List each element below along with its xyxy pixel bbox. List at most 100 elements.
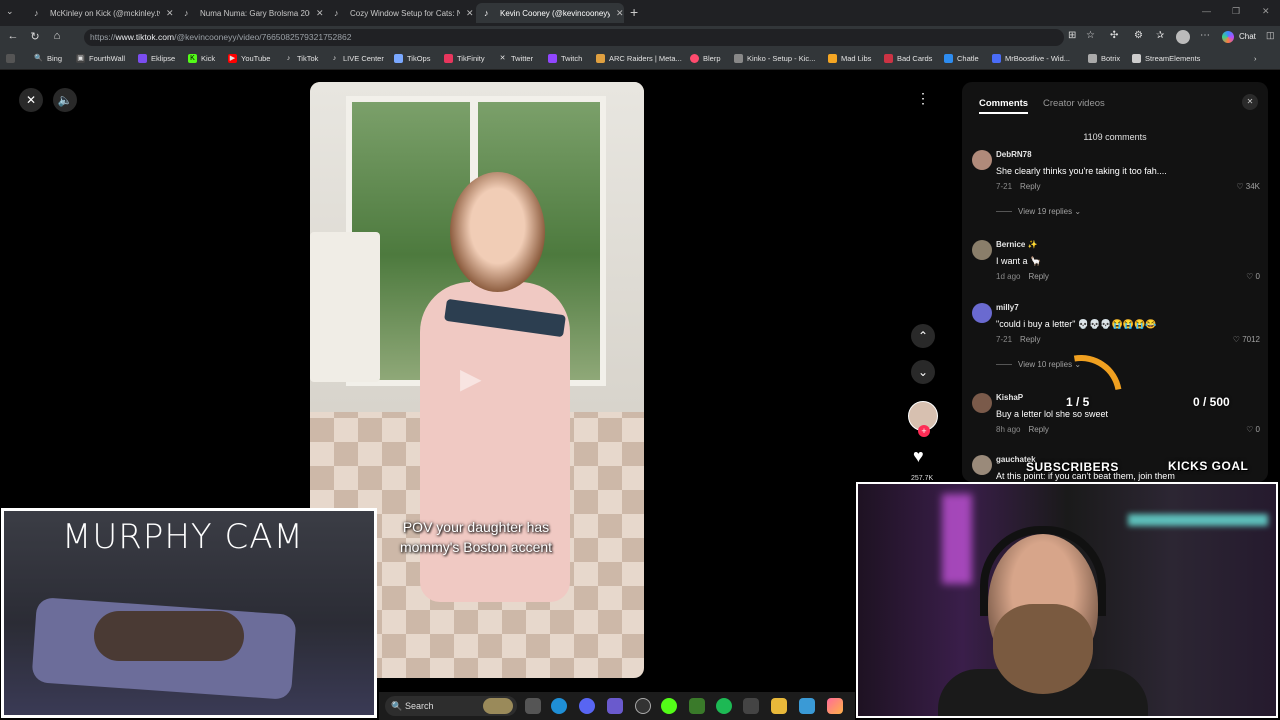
comment-username[interactable]: Bernice ✨: [996, 240, 1038, 249]
discord-icon[interactable]: [579, 698, 595, 714]
bookmark-tikfinity[interactable]: TikFinity: [444, 54, 485, 63]
photos-icon[interactable]: [827, 698, 843, 714]
profile-avatar[interactable]: [1176, 30, 1190, 44]
comment-likes[interactable]: ♡ 0: [1246, 272, 1260, 281]
reply-button[interactable]: Reply: [1028, 272, 1048, 281]
blerp-icon: [690, 54, 699, 63]
browser-tab[interactable]: ♪ Numa Numa: Gary Brolsma 2004 \ ✕: [176, 3, 324, 23]
bookmark-mad-libs[interactable]: Mad Libs: [828, 54, 871, 63]
bookmark-bing[interactable]: 🔍 Bing: [34, 54, 62, 63]
minimize-icon[interactable]: —: [1202, 6, 1211, 16]
steam-icon[interactable]: [743, 698, 759, 714]
edge-icon[interactable]: [551, 698, 567, 714]
avatar[interactable]: [972, 455, 992, 475]
store-icon[interactable]: [607, 698, 623, 714]
x-icon: ✕: [499, 55, 506, 62]
more-menu-icon[interactable]: ⋯: [1200, 30, 1210, 41]
tab-comments[interactable]: Comments: [979, 98, 1029, 114]
close-tab-icon[interactable]: ✕: [316, 8, 324, 19]
bookmark-chatle[interactable]: Chatle: [944, 54, 979, 63]
bookmark-kick[interactable]: K Kick: [188, 54, 215, 63]
avatar[interactable]: [972, 150, 992, 170]
bookmark-youtube[interactable]: ▶ YouTube: [228, 54, 270, 63]
browser-tab-active[interactable]: ♪ Kevin Cooney (@kevincooneyy) | ✕: [476, 3, 624, 23]
bookmark-kinko[interactable]: Kinko - Setup - Kic...: [734, 54, 815, 63]
comment-username[interactable]: KishaP: [996, 393, 1023, 402]
bookmark-botrix[interactable]: Botrix: [1088, 54, 1120, 63]
restore-icon[interactable]: ❐: [1232, 6, 1240, 17]
browser-tab[interactable]: ♪ Cozy Window Setup for Cats: Nic ✕: [326, 3, 474, 23]
murphy-cam-title: MURPHY CAM: [62, 517, 304, 557]
tab-list-menu-icon[interactable]: ⌄: [6, 6, 14, 17]
view-replies-button[interactable]: View 19 replies ⌄: [996, 207, 1081, 216]
close-tab-icon[interactable]: ✕: [616, 8, 624, 19]
bookmark-arc-raiders[interactable]: ARC Raiders | Meta...: [596, 54, 682, 63]
close-tab-icon[interactable]: ✕: [466, 8, 474, 19]
extensions-icon[interactable]: ✣: [1110, 30, 1118, 41]
tab-creator-videos[interactable]: Creator videos: [1043, 98, 1105, 109]
spotify-icon[interactable]: [716, 698, 732, 714]
video-more-options-icon[interactable]: ⋮: [916, 90, 930, 107]
more-bookmarks-chevron-icon[interactable]: ›: [1254, 54, 1257, 63]
follow-plus-icon[interactable]: +: [918, 425, 930, 437]
bookmark-blerp[interactable]: Blerp: [690, 54, 721, 63]
bookmark-tikops[interactable]: TikOps: [394, 54, 430, 63]
bookmark-live-center[interactable]: ♪ LIVE Center: [330, 54, 384, 63]
comment-meta: 8h ago Reply: [996, 425, 1049, 434]
favorites-icon[interactable]: ✰: [1156, 30, 1164, 41]
bookmark-twitter[interactable]: ✕ Twitter: [498, 54, 534, 63]
next-video-button[interactable]: ⌄: [911, 360, 935, 384]
window-close-icon[interactable]: ✕: [1262, 6, 1270, 17]
kick-app-icon[interactable]: [661, 698, 677, 714]
previous-video-button[interactable]: ⌃: [911, 324, 935, 348]
sidebar-toggle-icon[interactable]: ◫: [1266, 30, 1275, 41]
reply-button[interactable]: Reply: [1020, 182, 1040, 191]
copilot-icon[interactable]: [1222, 31, 1234, 43]
close-comments-icon[interactable]: ✕: [1242, 94, 1258, 110]
bookmarks-sidebar-icon[interactable]: [6, 54, 19, 63]
like-heart-icon[interactable]: ♥: [913, 446, 924, 467]
collections-icon[interactable]: ⚙: [1134, 30, 1143, 41]
comment-likes[interactable]: ♡ 7012: [1233, 335, 1260, 344]
obs-icon[interactable]: [635, 698, 651, 714]
bookmark-fourthwall[interactable]: ▣ FourthWall: [76, 54, 125, 63]
madlibs-icon: [828, 54, 837, 63]
bookmark-twitch[interactable]: Twitch: [548, 54, 582, 63]
comment-likes[interactable]: ♡ 34K: [1236, 182, 1260, 191]
app-install-icon[interactable]: ⊞: [1068, 30, 1076, 41]
reload-icon[interactable]: ↻: [28, 30, 42, 43]
tikops-icon: [394, 54, 403, 63]
volume-button[interactable]: 🔈: [53, 88, 77, 112]
bookmark-bad-cards[interactable]: Bad Cards: [884, 54, 932, 63]
reply-button[interactable]: Reply: [1020, 335, 1040, 344]
reply-button[interactable]: Reply: [1028, 425, 1048, 434]
bookmark-mrboostlive[interactable]: MrBoostlive - Wid...: [992, 54, 1070, 63]
avatar[interactable]: [972, 393, 992, 413]
botrix-icon: [1088, 54, 1097, 63]
back-icon[interactable]: ←: [6, 30, 20, 42]
comment-likes[interactable]: ♡ 0: [1246, 425, 1260, 434]
bookmark-streamelements[interactable]: StreamElements: [1132, 54, 1200, 63]
close-video-button[interactable]: ✕: [19, 88, 43, 112]
new-tab-button[interactable]: +: [630, 4, 638, 20]
avatar[interactable]: [972, 240, 992, 260]
search-highlight-icon[interactable]: [483, 698, 513, 714]
comment-username[interactable]: milly7: [996, 303, 1019, 312]
heart-outline-icon: ♡: [1236, 182, 1244, 191]
task-view-icon[interactable]: [525, 698, 541, 714]
avatar[interactable]: [972, 303, 992, 323]
file-explorer-icon[interactable]: [771, 698, 787, 714]
address-bar[interactable]: https://www.tiktok.com/@kevincooneyy/vid…: [84, 29, 1064, 46]
bookmark-eklipse[interactable]: Eklipse: [138, 54, 175, 63]
comment-username[interactable]: DebRN78: [996, 150, 1032, 159]
comment-meta: 7-21 Reply: [996, 335, 1041, 344]
notepad-icon[interactable]: [799, 698, 815, 714]
nvidia-icon[interactable]: [689, 698, 705, 714]
favorite-star-icon[interactable]: ☆: [1086, 30, 1095, 41]
chat-button[interactable]: Chat: [1239, 32, 1256, 41]
close-tab-icon[interactable]: ✕: [166, 8, 174, 19]
bookmarks-bar: 🔍 Bing ▣ FourthWall Eklipse K Kick ▶ YouTube…: [0, 49, 1280, 70]
home-icon[interactable]: ⌂: [50, 30, 64, 42]
browser-tab[interactable]: ♪ McKinley on Kick (@mckinley.tv) | ✕: [26, 3, 174, 23]
bookmark-tiktok[interactable]: ♪ TikTok: [284, 54, 319, 63]
